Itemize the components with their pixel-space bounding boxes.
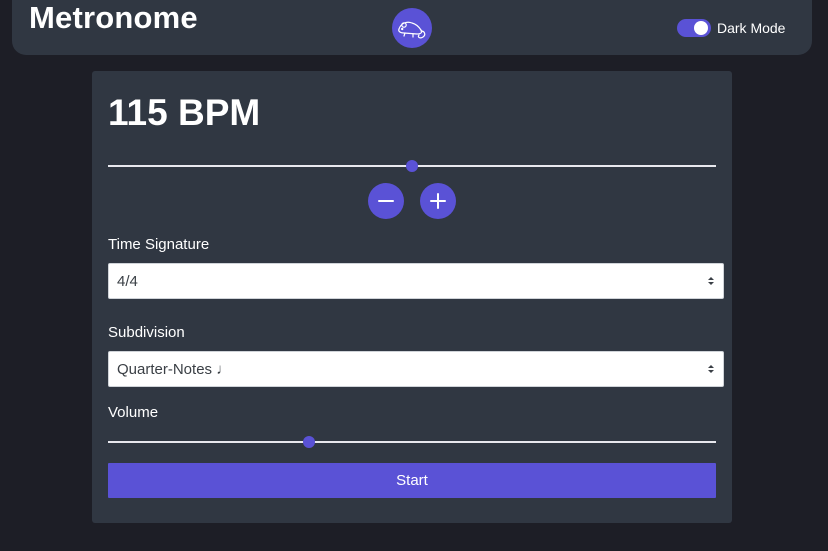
select-caret-icon <box>708 365 714 373</box>
tempo-slider[interactable] <box>108 160 716 172</box>
subdivision-select[interactable]: Quarter-Notes ♩ <box>108 351 724 387</box>
dark-mode-label: Dark Mode <box>717 20 786 36</box>
subdivision-value: Quarter-Notes ♩ <box>117 360 232 378</box>
volume-slider-thumb[interactable] <box>302 436 315 448</box>
subdivision-label: Subdivision <box>108 324 185 341</box>
tempo-slider-thumb[interactable] <box>406 160 418 172</box>
start-button[interactable]: Start <box>108 463 716 498</box>
volume-label: Volume <box>108 404 159 421</box>
select-caret-icon <box>708 277 714 285</box>
plus-icon <box>430 193 446 209</box>
metronome-card: 115 BPM Time Signature 4/4 Subdivision Q… <box>92 71 732 523</box>
time-signature-label: Time Signature <box>108 236 210 253</box>
decrease-tempo-button[interactable] <box>368 183 404 219</box>
increase-tempo-button[interactable] <box>420 183 456 219</box>
toggle-switch[interactable] <box>677 19 711 37</box>
toggle-knob <box>694 21 708 35</box>
volume-slider[interactable] <box>108 436 716 448</box>
bpm-display: 115 BPM <box>108 92 261 133</box>
rat-icon[interactable] <box>392 8 432 48</box>
time-signature-value: 4/4 <box>117 272 138 290</box>
minus-icon <box>378 200 394 202</box>
app-title: Metronome <box>29 0 198 35</box>
navbar: Metronome Dark Mode <box>12 0 812 55</box>
dark-mode-toggle[interactable]: Dark Mode <box>677 19 785 37</box>
time-signature-select[interactable]: 4/4 <box>108 263 724 299</box>
